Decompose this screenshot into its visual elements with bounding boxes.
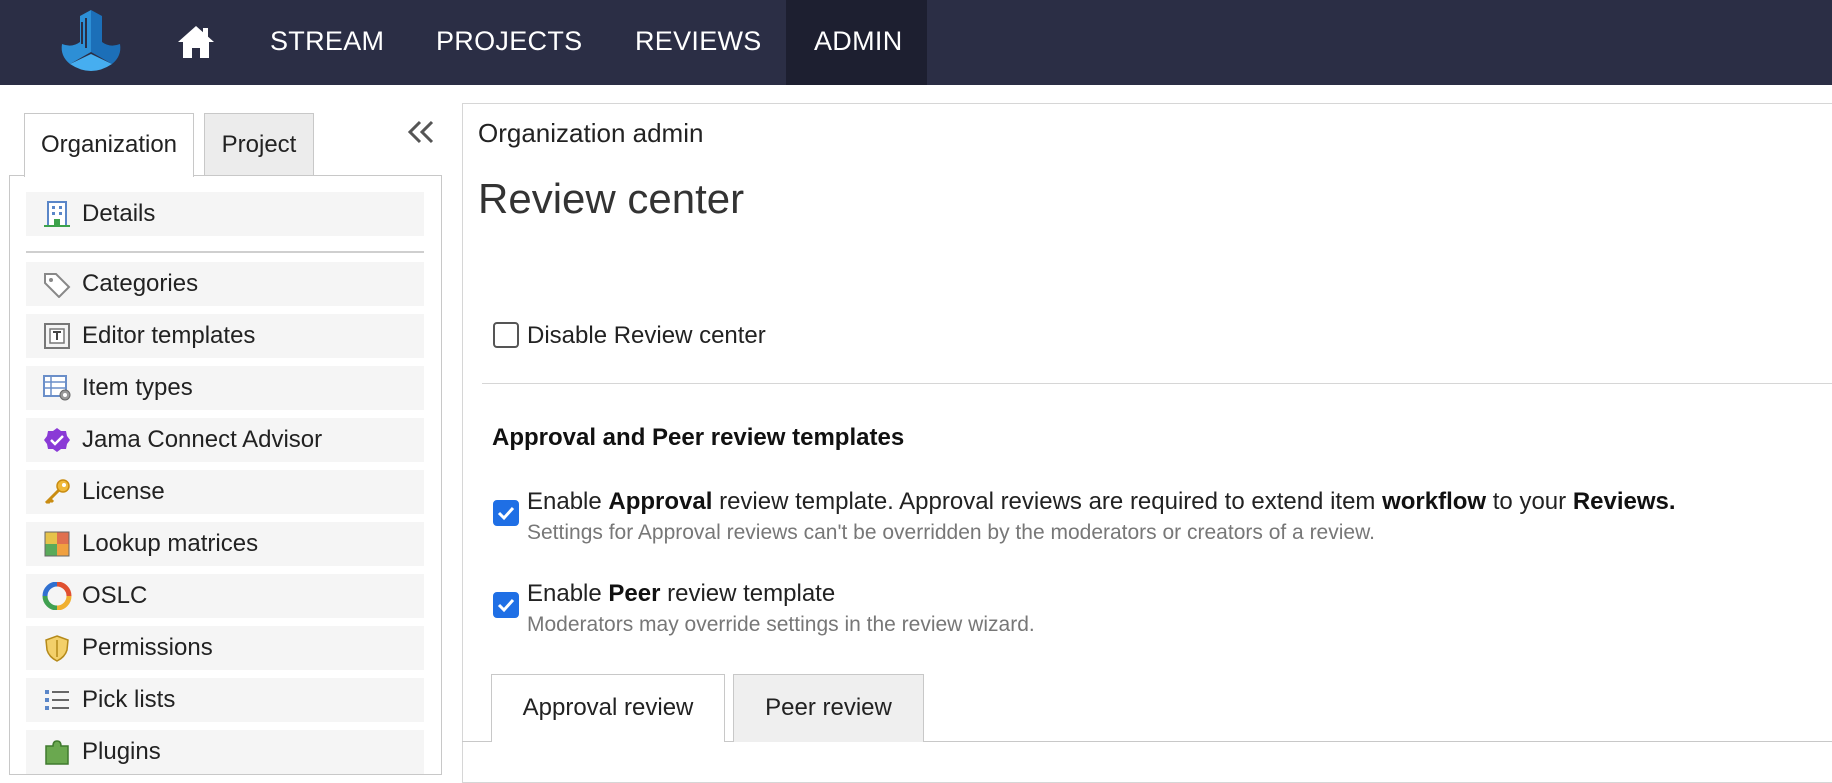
puzzle-icon xyxy=(45,740,69,765)
item-types-icon xyxy=(43,375,71,401)
disable-review-center-label[interactable]: Disable Review center xyxy=(527,322,766,350)
peer-bold-1: Peer xyxy=(608,580,661,607)
approval-text-3: to your xyxy=(1486,488,1573,515)
approval-bold-2: workflow xyxy=(1382,488,1487,515)
sidebar-item-label: Lookup matrices xyxy=(82,530,259,557)
tab-approval-review[interactable]: Approval review xyxy=(491,674,725,742)
sidebar-item-label: Item types xyxy=(82,374,193,401)
enable-peer-template-label[interactable]: Enable Peer review template xyxy=(527,580,835,608)
sidebar-item-details[interactable]: Details xyxy=(26,192,424,236)
enable-approval-template-checkbox[interactable] xyxy=(493,500,519,526)
sidebar-item-label: Categories xyxy=(82,270,199,297)
home-icon[interactable] xyxy=(176,24,216,60)
nav-reviews[interactable]: REVIEWS xyxy=(607,0,790,85)
key-icon xyxy=(44,479,70,505)
enable-peer-template-checkbox[interactable] xyxy=(493,592,519,618)
sidebar-item-jama-connect-advisor[interactable]: Jama Connect Advisor xyxy=(26,418,424,462)
sidebar-item-label: Permissions xyxy=(82,634,213,661)
sidebar-item-categories[interactable]: Categories xyxy=(26,262,424,306)
list-icon xyxy=(45,690,69,710)
collapse-sidebar-icon[interactable] xyxy=(404,116,440,148)
app-logo-icon[interactable] xyxy=(56,8,126,74)
sidebar-item-label: Jama Connect Advisor xyxy=(82,426,323,453)
page-title: Review center xyxy=(478,175,745,222)
sidebar-item-oslc[interactable]: OSLC xyxy=(26,574,424,618)
checkmark-icon xyxy=(497,506,515,521)
breadcrumb[interactable]: Organization admin xyxy=(478,118,703,149)
sidebar-item-lookup-matrices[interactable]: Lookup matrices xyxy=(26,522,424,566)
sidebar-item-plugins[interactable]: Plugins xyxy=(26,730,424,774)
nav-stream[interactable]: STREAM xyxy=(242,0,412,85)
sidebar-item-editor-templates[interactable]: Editor templates xyxy=(26,314,424,358)
tab-organization[interactable]: Organization xyxy=(24,113,194,177)
sidebar-item-pick-lists[interactable]: Pick lists xyxy=(26,678,424,722)
tag-icon xyxy=(44,273,71,298)
approval-bold-1: Approval xyxy=(608,488,713,515)
sidebar-item-license[interactable]: License xyxy=(26,470,424,514)
sidebar-item-item-types[interactable]: Item types xyxy=(26,366,424,410)
approval-text-1: Enable xyxy=(527,488,609,515)
nav-admin[interactable]: ADMIN xyxy=(786,0,927,85)
peer-template-description: Moderators may override settings in the … xyxy=(527,613,1035,636)
section-divider xyxy=(482,383,1832,384)
nav-projects[interactable]: PROJECTS xyxy=(408,0,610,85)
approval-template-description: Settings for Approval reviews can't be o… xyxy=(527,521,1375,544)
template-icon xyxy=(44,323,70,349)
sidebar-item-label: License xyxy=(82,478,165,505)
building-icon xyxy=(44,201,70,227)
sidebar-item-permissions[interactable]: Permissions xyxy=(26,626,424,670)
tab-peer-review[interactable]: Peer review xyxy=(733,674,924,742)
advisor-badge-icon xyxy=(44,428,70,452)
peer-text-2: review template xyxy=(660,580,836,607)
sidebar-item-label: Pick lists xyxy=(82,686,176,713)
matrix-icon xyxy=(44,531,70,557)
enable-approval-template-label[interactable]: Enable Approval review template. Approva… xyxy=(527,488,1676,516)
approval-bold-3: Reviews. xyxy=(1572,488,1676,515)
tab-project[interactable]: Project xyxy=(204,113,314,176)
checkmark-icon xyxy=(497,598,515,613)
sidebar-item-label: Plugins xyxy=(82,738,161,765)
disable-review-center-checkbox[interactable] xyxy=(493,322,519,348)
sidebar-item-label: OSLC xyxy=(82,582,148,609)
templates-section-title: Approval and Peer review templates xyxy=(492,424,905,451)
top-nav-bar: STREAM PROJECTS REVIEWS ADMIN xyxy=(0,0,1832,85)
approval-text-2: review template. Approval reviews are re… xyxy=(712,488,1383,515)
sidebar-item-label: Details xyxy=(82,200,156,227)
sidebar-divider xyxy=(26,251,424,253)
peer-text-1: Enable xyxy=(527,580,609,607)
sidebar-item-label: Editor templates xyxy=(82,322,256,349)
oslc-ring-icon xyxy=(42,582,72,610)
shield-icon xyxy=(45,635,69,662)
